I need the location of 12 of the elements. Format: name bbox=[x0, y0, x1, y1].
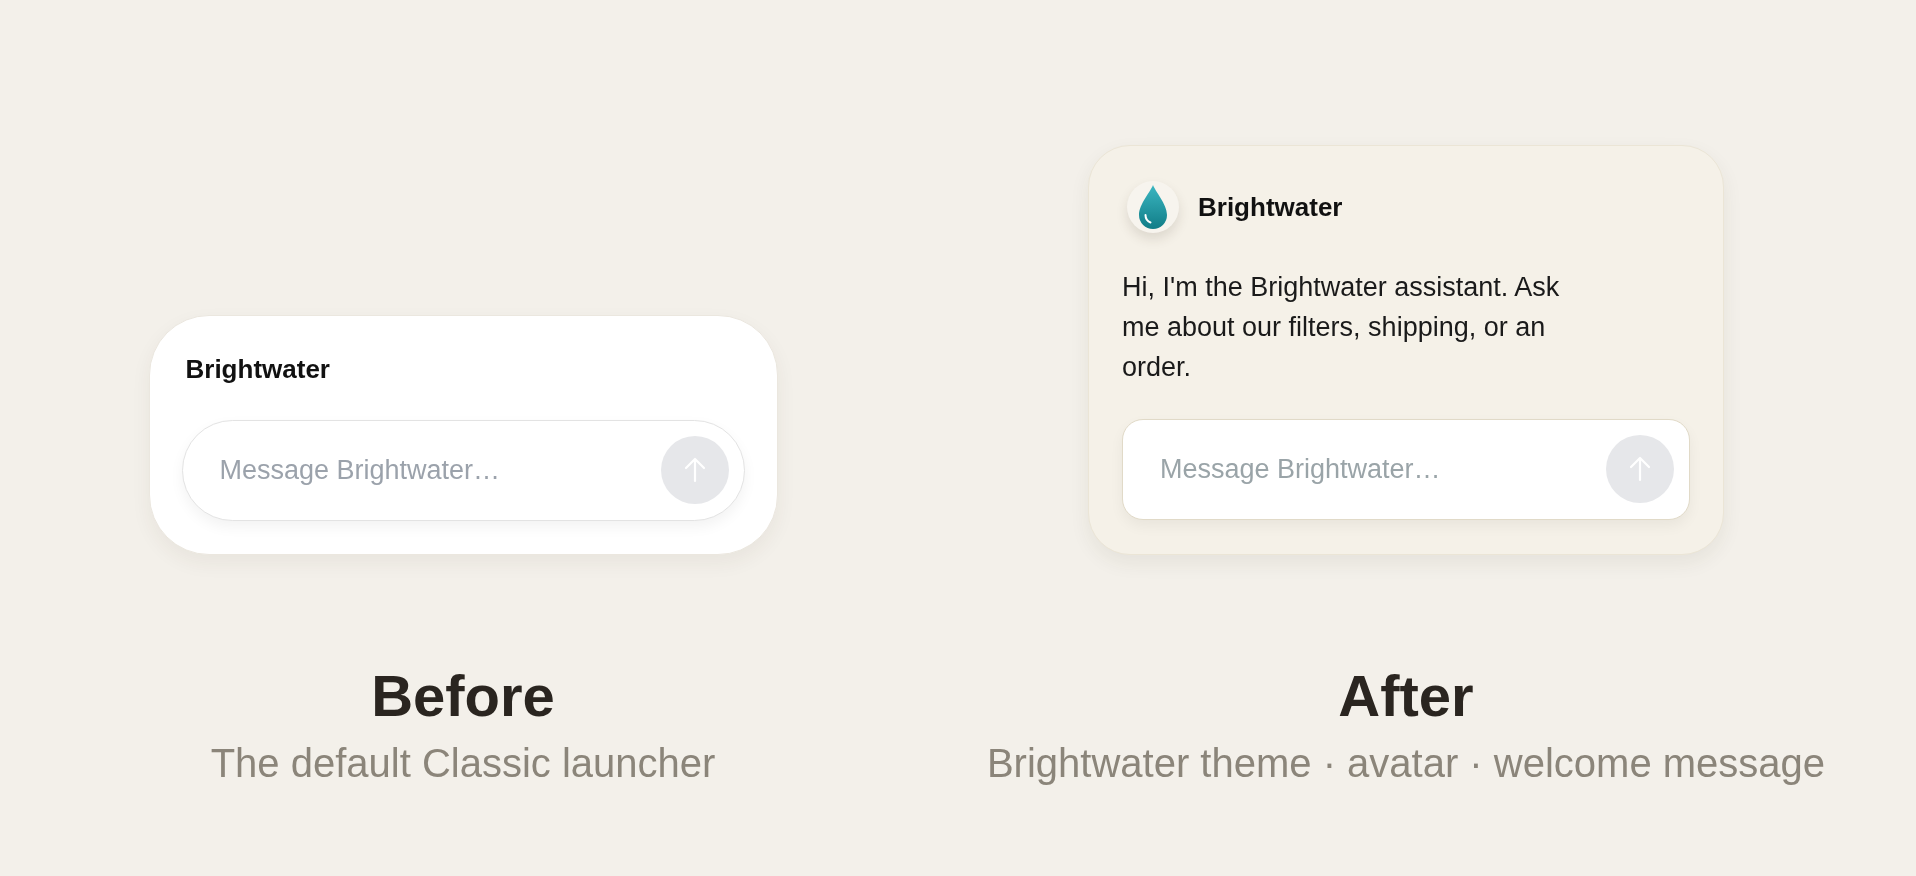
arrow-up-icon bbox=[682, 457, 707, 483]
caption-subtitle: Brightwater theme · avatar · welcome message bbox=[986, 739, 1826, 786]
caption-subtitle: The default Classic launcher bbox=[210, 739, 716, 786]
welcome-message: Hi, I'm the Brightwater assistant. Ask me about our filters, shipping, or an order. bbox=[1122, 271, 1561, 384]
launcher-title: Brightwater bbox=[1198, 192, 1343, 222]
arrow-up-icon bbox=[1628, 456, 1652, 482]
water-drop-icon bbox=[1127, 181, 1179, 233]
message-input-field[interactable]: Message Brightwater… bbox=[181, 420, 745, 521]
message-input-field[interactable]: Message Brightwater… bbox=[1122, 419, 1690, 520]
caption-title: Before bbox=[371, 663, 555, 730]
launcher-title: Brightwater bbox=[185, 354, 330, 384]
caption-title: After bbox=[1338, 663, 1474, 730]
